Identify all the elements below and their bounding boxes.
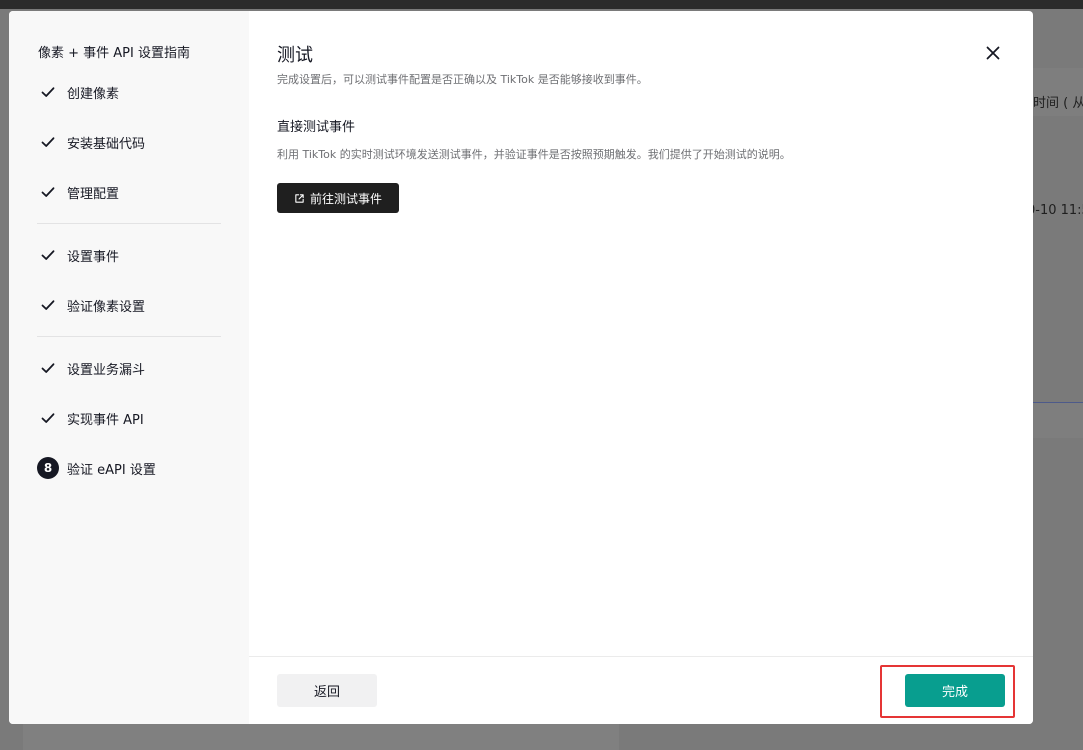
page-title: 测试: [277, 45, 313, 66]
sidebar-step-verify-eapi[interactable]: 8 验证 eAPI 设置: [37, 456, 156, 480]
close-icon: [986, 46, 1000, 60]
main-content: 测试 完成设置后，可以测试事件配置是否正确以及 TikTok 是否能够接收到事件…: [249, 11, 1033, 656]
sidebar: 像素 + 事件 API 设置指南 创建像素 安装基础代码 管理配置 设置事件 验…: [9, 11, 249, 724]
sidebar-step-label: 管理配置: [67, 186, 120, 202]
done-button[interactable]: 完成: [905, 674, 1005, 707]
go-to-test-events-label: 前往测试事件: [309, 191, 382, 206]
background-date-value: 0-10 11:5: [1027, 203, 1083, 218]
check-icon: [37, 181, 59, 203]
setup-guide-modal: 像素 + 事件 API 设置指南 创建像素 安装基础代码 管理配置 设置事件 验…: [9, 11, 1033, 724]
back-button[interactable]: 返回: [277, 674, 377, 707]
section-description: 利用 TikTok 的实时测试环境发送测试事件，并验证事件是否按照预期触发。我们…: [277, 148, 791, 161]
sidebar-step-label: 验证 eAPI 设置: [67, 462, 156, 478]
go-to-test-events-button[interactable]: 前往测试事件: [277, 183, 399, 213]
external-link-icon: [295, 193, 304, 203]
sidebar-step-label: 设置事件: [67, 249, 120, 265]
section-title: 直接测试事件: [277, 120, 356, 135]
sidebar-step-events-api[interactable]: 实现事件 API: [37, 406, 144, 430]
sidebar-step-set-events[interactable]: 设置事件: [37, 243, 119, 267]
background-panel: [1033, 403, 1083, 438]
page-subtitle: 完成设置后，可以测试事件配置是否正确以及 TikTok 是否能够接收到事件。: [277, 73, 648, 86]
sidebar-step-label: 设置业务漏斗: [67, 362, 146, 378]
check-icon: [37, 357, 59, 379]
sidebar-step-label: 验证像素设置: [67, 299, 146, 315]
sidebar-divider: [37, 336, 221, 337]
step-number-badge: 8: [37, 457, 59, 479]
background-topbar: [0, 0, 1083, 9]
sidebar-step-verify-pixel[interactable]: 验证像素设置: [37, 293, 145, 317]
check-icon: [37, 407, 59, 429]
sidebar-step-create-pixel[interactable]: 创建像素: [37, 80, 119, 104]
sidebar-step-business-funnel[interactable]: 设置业务漏斗: [37, 356, 145, 380]
sidebar-step-label: 实现事件 API: [67, 412, 144, 428]
sidebar-step-install-base-code[interactable]: 安装基础代码: [37, 130, 145, 154]
modal-footer: 返回 完成: [249, 656, 1033, 724]
background-bottom-card: [23, 724, 619, 750]
check-icon: [37, 131, 59, 153]
check-icon: [37, 244, 59, 266]
close-button[interactable]: [982, 42, 1004, 64]
sidebar-step-manage-config[interactable]: 管理配置: [37, 180, 119, 204]
sidebar-step-label: 创建像素: [67, 86, 120, 102]
sidebar-title: 像素 + 事件 API 设置指南: [38, 46, 190, 61]
sidebar-step-label: 安装基础代码: [67, 136, 146, 152]
sidebar-divider: [37, 223, 221, 224]
check-icon: [37, 294, 59, 316]
check-icon: [37, 81, 59, 103]
background-time-label: 时间 ( 从: [1033, 96, 1083, 111]
